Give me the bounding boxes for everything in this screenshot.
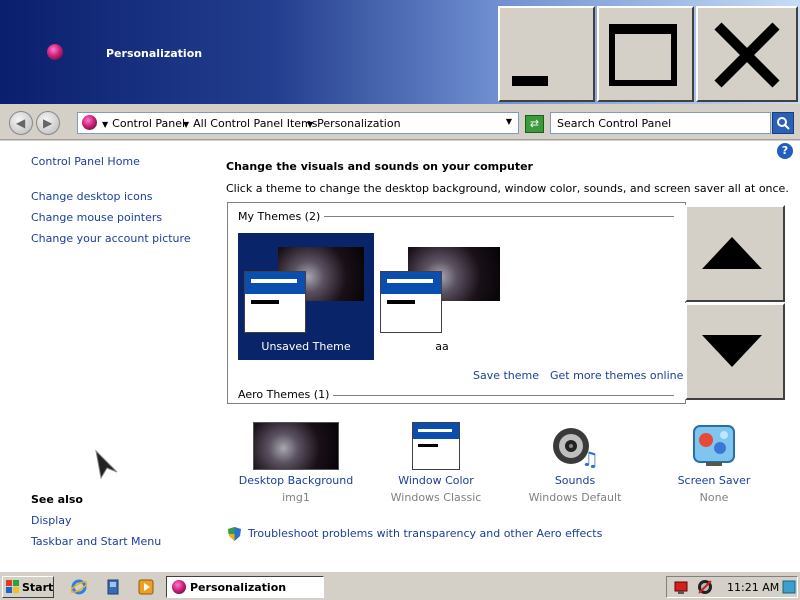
desktop-background-item[interactable]: Desktop Background img1 — [236, 422, 356, 504]
clock[interactable]: 11:21 AM — [727, 581, 779, 594]
title-bar[interactable]: Personalization — [0, 0, 800, 104]
start-label: Start — [22, 581, 54, 594]
close-button[interactable] — [696, 6, 798, 102]
window-color-value: Windows Classic — [390, 491, 482, 504]
media-player-icon[interactable] — [138, 579, 154, 595]
start-button[interactable]: Start — [2, 576, 54, 598]
group-divider — [332, 395, 674, 396]
desktop-background-icon — [253, 422, 339, 470]
page-title: Change the visuals and sounds on your co… — [226, 160, 533, 173]
control-panel-home-link[interactable]: Control Panel Home — [31, 155, 140, 168]
action-center-icon[interactable] — [781, 579, 797, 595]
content-pane: ? Control Panel Home Change desktop icon… — [0, 141, 800, 571]
group-divider — [322, 216, 674, 217]
sounds-value: Windows Default — [528, 491, 622, 504]
screen-saver-icon — [693, 425, 735, 466]
my-themes-label: My Themes (2) — [238, 210, 325, 223]
taskbar-start-menu-link[interactable]: Taskbar and Start Menu — [31, 535, 161, 548]
maximize-button[interactable] — [597, 6, 694, 102]
breadcrumb-personalization[interactable]: ▼ Personalization — [307, 117, 401, 130]
search-input[interactable] — [550, 112, 771, 134]
aero-themes-label: Aero Themes (1) — [238, 388, 334, 401]
help-icon[interactable]: ? — [777, 143, 793, 159]
refresh-button[interactable]: ⇄ — [525, 115, 544, 133]
troubleshoot-link[interactable]: Troubleshoot problems with transparency … — [248, 527, 602, 540]
back-arrow-icon: ◀ — [16, 116, 26, 130]
breadcrumb-all-items[interactable]: ▼ All Control Panel Items — [183, 117, 318, 130]
arrow-down-icon — [702, 335, 762, 367]
svg-text:♫: ♫ — [581, 447, 599, 470]
breadcrumb-control-panel[interactable]: ▼ Control Panel — [102, 117, 185, 130]
breadcrumb[interactable]: ▼ Control Panel ▼ All Control Panel Items … — [77, 112, 519, 134]
personalization-task-icon — [172, 580, 186, 594]
theme-aa[interactable]: aa — [374, 233, 510, 360]
desktop-background-label[interactable]: Desktop Background — [236, 474, 356, 487]
scroll-up-button[interactable] — [685, 205, 785, 302]
mouse-cursor-icon — [95, 450, 118, 480]
change-account-picture-link[interactable]: Change your account picture — [31, 232, 191, 245]
change-mouse-pointers-link[interactable]: Change mouse pointers — [31, 211, 162, 224]
get-more-themes-link[interactable]: Get more themes online — [550, 369, 683, 382]
scroll-down-button[interactable] — [685, 303, 785, 400]
control-panel-icon — [82, 115, 97, 130]
address-dropdown-icon[interactable]: ▼ — [506, 117, 512, 126]
window-title: Personalization — [106, 47, 203, 60]
change-desktop-icons-link[interactable]: Change desktop icons — [31, 190, 153, 203]
minimize-button[interactable] — [498, 6, 595, 102]
shield-icon — [228, 527, 241, 541]
theme-name: Unsaved Theme — [261, 340, 351, 353]
search-button[interactable] — [772, 112, 794, 134]
personalization-app-icon — [47, 44, 63, 60]
show-desktop-icon[interactable] — [105, 579, 121, 595]
forward-arrow-icon: ▶ — [43, 116, 53, 130]
refresh-icon: ⇄ — [529, 117, 540, 130]
taskbar: Start Personalization 11:21 AM — [0, 571, 800, 600]
chevron-down-icon: ▼ — [307, 120, 314, 129]
back-button[interactable]: ◀ — [9, 111, 33, 135]
address-toolbar: ◀ ▶ ▼ Control Panel ▼ All Control Panel It… — [0, 104, 800, 140]
maximize-icon — [609, 24, 677, 86]
network-tray-icon[interactable] — [673, 579, 689, 595]
display-link[interactable]: Display — [31, 514, 72, 527]
sounds-item[interactable]: ♫ Sounds Windows Default — [515, 422, 635, 504]
window-color-label[interactable]: Window Color — [376, 474, 496, 487]
minimize-icon — [512, 76, 548, 86]
see-also-heading: See also — [31, 493, 83, 506]
task-label: Personalization — [190, 581, 287, 594]
internet-explorer-icon[interactable] — [71, 579, 87, 595]
system-tray: 11:21 AM — [666, 576, 798, 598]
sounds-icon: ♫ — [553, 428, 599, 470]
volume-tray-icon[interactable] — [697, 579, 713, 595]
chevron-down-icon: ▼ — [183, 120, 190, 129]
window-color-item[interactable]: Window Color Windows Classic — [376, 422, 496, 504]
search-icon — [777, 117, 790, 130]
forward-button[interactable]: ▶ — [36, 111, 60, 135]
desktop-background-value: img1 — [282, 491, 310, 504]
screen-saver-value: None — [699, 491, 729, 504]
themes-list[interactable]: My Themes (2) Unsaved Theme aa Save them… — [227, 202, 686, 404]
windows-logo-icon — [6, 580, 19, 593]
theme-window-preview — [380, 271, 442, 333]
screen-saver-item[interactable]: Screen Saver None — [654, 422, 774, 504]
close-icon — [714, 22, 780, 88]
taskbar-item-personalization[interactable]: Personalization — [166, 576, 324, 598]
sounds-label[interactable]: Sounds — [515, 474, 635, 487]
arrow-up-icon — [702, 237, 762, 269]
window-color-icon — [412, 422, 460, 470]
screen-saver-label[interactable]: Screen Saver — [654, 474, 774, 487]
theme-window-preview — [244, 271, 306, 333]
save-theme-link[interactable]: Save theme — [473, 369, 539, 382]
theme-unsaved[interactable]: Unsaved Theme — [238, 233, 374, 360]
page-description: Click a theme to change the desktop back… — [226, 182, 789, 195]
theme-name: aa — [435, 340, 449, 353]
chevron-down-icon: ▼ — [102, 120, 109, 129]
